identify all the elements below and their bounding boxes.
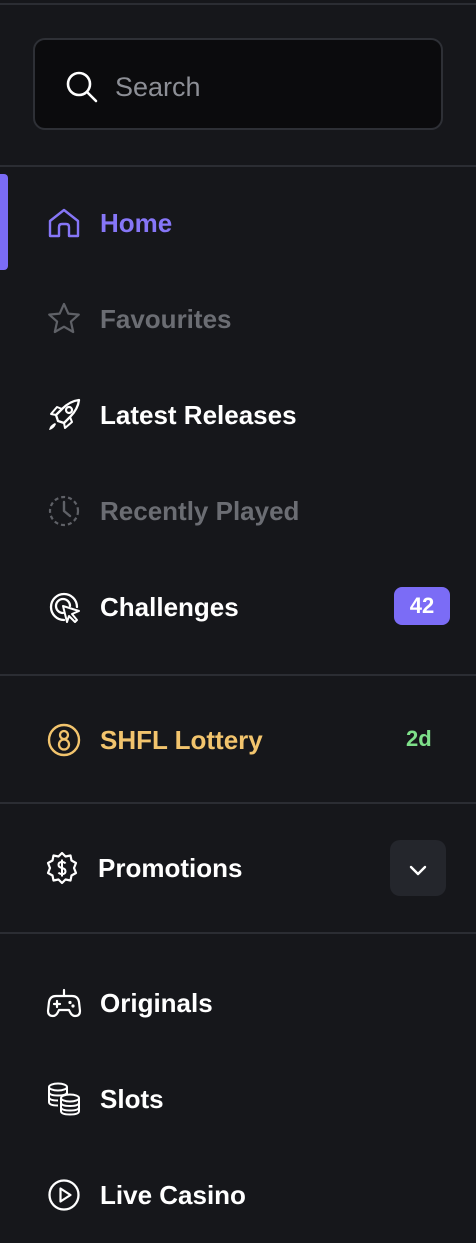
clock-icon [46, 493, 82, 529]
nav-label-slots: Slots [100, 1084, 164, 1114]
nav-label-shfl-lottery: SHFL Lottery [100, 725, 263, 755]
divider [0, 674, 476, 676]
search-input[interactable]: Search [33, 38, 443, 130]
star-icon [46, 301, 82, 337]
nav-label-promotions: Promotions [98, 853, 243, 883]
nav-item-home[interactable]: Home [0, 175, 476, 271]
nav-item-favourites[interactable]: Favourites [0, 271, 476, 367]
nav-item-originals[interactable]: Originals [0, 955, 476, 1051]
nav-label-recently-played: Recently Played [100, 496, 300, 526]
divider [0, 802, 476, 804]
gamepad-icon [46, 985, 82, 1021]
dollar-badge-icon [44, 850, 80, 886]
chevron-down-icon [409, 865, 427, 876]
home-icon [46, 205, 82, 241]
play-circle-icon [46, 1177, 82, 1213]
challenges-count-badge: 42 [394, 587, 450, 625]
coin-stack-icon [46, 1081, 82, 1117]
search-icon [65, 70, 99, 104]
nav-item-live-casino[interactable]: Live Casino [0, 1147, 476, 1243]
nav-item-recently-played[interactable]: Recently Played [0, 463, 476, 559]
search-placeholder: Search [115, 72, 201, 102]
nav-item-shfl-lottery[interactable]: SHFL Lottery [0, 692, 476, 788]
lottery-ball-icon [46, 722, 82, 758]
target-cursor-icon [46, 589, 82, 625]
top-divider [0, 3, 476, 5]
nav-item-slots[interactable]: Slots [0, 1051, 476, 1147]
divider [0, 932, 476, 934]
promotions-expand-button[interactable] [390, 840, 446, 896]
nav-label-favourites: Favourites [100, 304, 232, 334]
nav-label-latest-releases: Latest Releases [100, 400, 297, 430]
divider [0, 165, 476, 167]
lottery-countdown: 2d [406, 726, 432, 751]
rocket-icon [46, 397, 82, 433]
nav-item-latest-releases[interactable]: Latest Releases [0, 367, 476, 463]
nav-label-challenges: Challenges [100, 592, 239, 622]
nav-label-live-casino: Live Casino [100, 1180, 246, 1210]
nav-label-home: Home [100, 208, 173, 238]
nav-label-originals: Originals [100, 988, 213, 1018]
